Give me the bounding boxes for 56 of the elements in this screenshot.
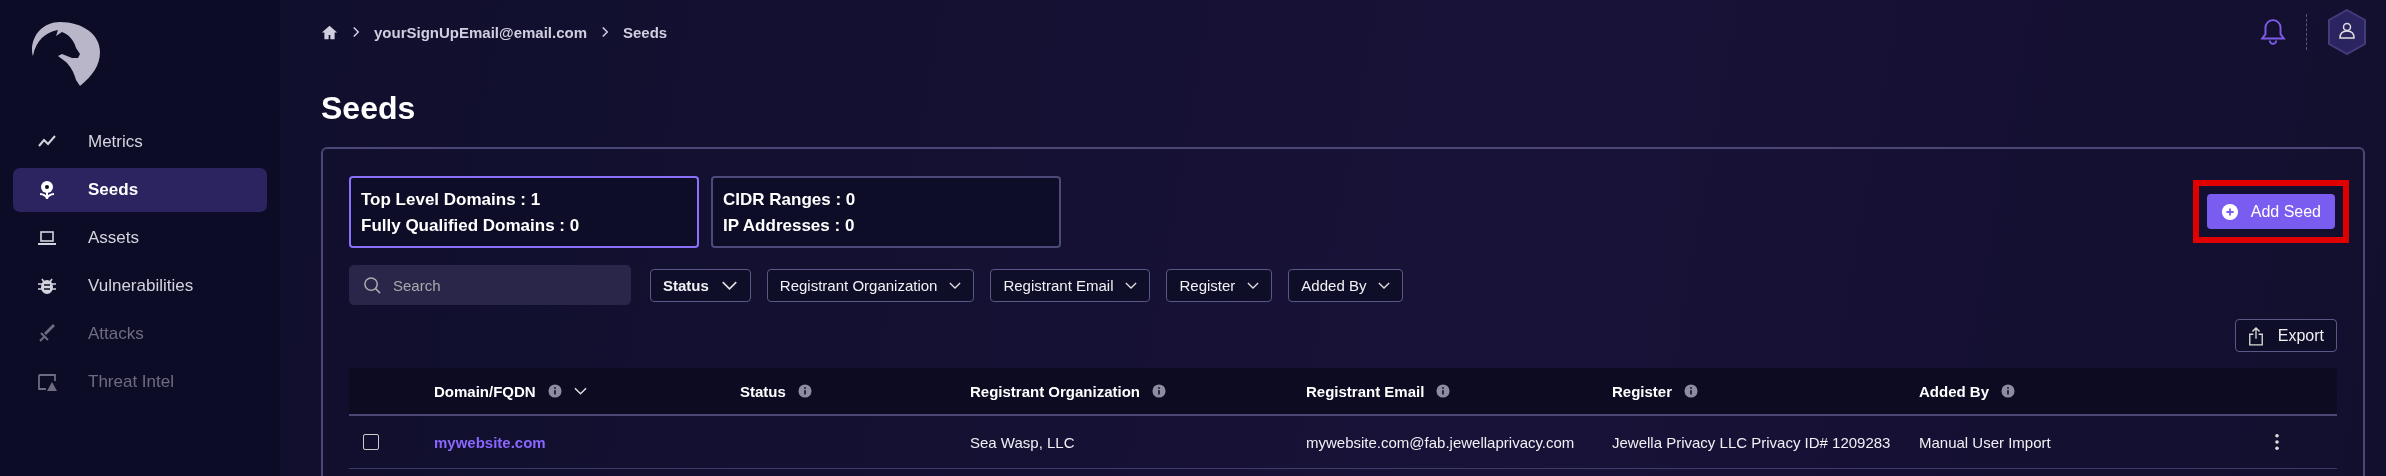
search-field[interactable]: Search [349, 265, 631, 305]
column-header[interactable]: Status [740, 382, 786, 400]
info-icon [1152, 384, 1167, 398]
breadcrumb-link[interactable]: yourSignUpEmail@email.com [374, 23, 587, 41]
sidebar-item[interactable]: Metrics [13, 120, 267, 164]
share-icon [2247, 325, 2264, 346]
laptop-icon [37, 228, 57, 248]
filter-dropdown[interactable]: Added By [1288, 268, 1404, 302]
flower-icon [37, 180, 57, 200]
chevron-down-icon [720, 280, 738, 290]
export-button[interactable]: Export [2234, 319, 2337, 352]
table-cell: Manual User Import [1919, 433, 2051, 451]
stat-card[interactable]: Top Level Domains : 1 Fully Qualified Domains : 0 [349, 176, 699, 248]
plus-circle-icon [2220, 202, 2239, 221]
add-seed-button[interactable]: Add Seed [2206, 194, 2335, 229]
filter-dropdown[interactable]: Registrant Organization [766, 268, 975, 302]
info-icon [2001, 384, 2015, 398]
table-cell: mywebsite.com@fab.jewellaprivacy.com [1306, 433, 1575, 451]
sort-chevron-icon[interactable] [573, 387, 587, 395]
search-icon [363, 276, 382, 295]
horse-logo [30, 20, 102, 86]
filter-dropdown[interactable]: Register [1166, 268, 1273, 302]
chevron-down-icon [1125, 281, 1138, 289]
domain-link[interactable]: mywebsite.com [434, 433, 546, 451]
bug-icon [37, 276, 57, 296]
column-header[interactable]: Domain/FQDN [434, 382, 536, 400]
table-cell: Sea Wasp, LLC [970, 433, 1075, 451]
chevron-right-icon [352, 26, 360, 38]
info-icon [1436, 384, 1451, 398]
table-cell: Jewella Privacy LLC Privacy ID# 1209283 [1612, 433, 1891, 451]
stat-card[interactable]: CIDR Ranges : 0 IP Addresses : 0 [711, 176, 1061, 248]
info-icon [1684, 384, 1699, 398]
notification-bell-icon[interactable] [2260, 18, 2286, 46]
info-icon [547, 384, 562, 398]
more-options-icon[interactable] [2274, 433, 2280, 451]
column-header[interactable]: Registrant Email [1306, 382, 1425, 400]
info-icon [797, 384, 812, 398]
home-icon[interactable] [321, 23, 338, 41]
sidebar-item[interactable]: Vulnerabilities [13, 264, 267, 308]
chevron-down-icon [1247, 281, 1260, 289]
chevron-down-icon [949, 281, 962, 289]
page-title: Seeds [321, 90, 417, 127]
column-header[interactable]: Registrant Organization [970, 382, 1141, 400]
row-checkbox[interactable] [363, 434, 379, 450]
chevron-right-icon [601, 26, 609, 38]
filter-dropdown[interactable]: Registrant Email [990, 268, 1151, 302]
column-header[interactable]: Added By [1919, 382, 1989, 400]
breadcrumb-link[interactable]: Seeds [623, 23, 668, 41]
user-avatar-icon[interactable] [2327, 9, 2367, 55]
window-warning-icon [37, 372, 57, 392]
column-header[interactable]: Register [1612, 382, 1673, 400]
filter-dropdown[interactable]: Status [650, 268, 751, 302]
chevron-down-icon [1378, 281, 1391, 289]
sword-icon [37, 324, 57, 344]
sidebar-item[interactable]: Assets [13, 216, 267, 260]
sidebar-item[interactable]: Seeds [13, 168, 267, 212]
